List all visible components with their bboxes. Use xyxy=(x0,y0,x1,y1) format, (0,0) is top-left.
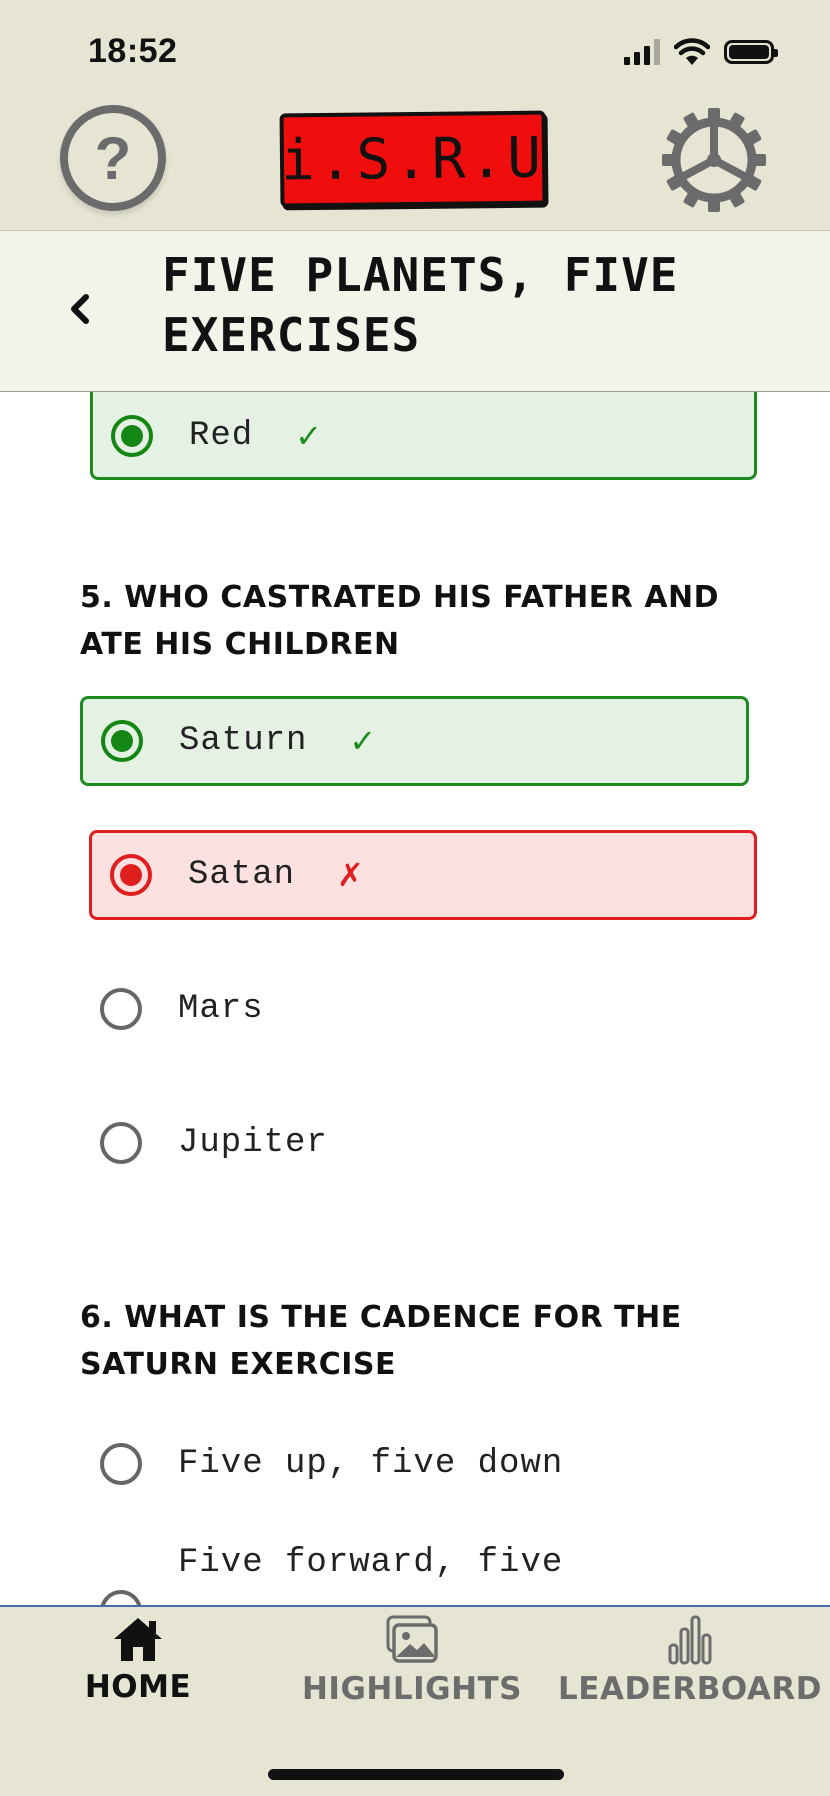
nav-leaderboard[interactable]: LEADERBOARD xyxy=(558,1615,821,1707)
image-icon xyxy=(386,1615,438,1663)
page-title: FIVE PLANETS, FIVE EXERCISES xyxy=(162,248,679,362)
quiz-content: Red ✓ 5. WHO CASTRATED HIS FATHER AND AT… xyxy=(0,392,830,1605)
home-indicator[interactable] xyxy=(268,1769,564,1780)
question-5: 5. WHO CASTRATED HIS FATHER AND ATE HIS … xyxy=(80,580,720,662)
battery-icon xyxy=(724,40,778,64)
nav-label: HIGHLIGHTS xyxy=(301,1671,523,1707)
cross-icon: ✗ xyxy=(337,856,364,894)
title-bar: FIVE PLANETS, FIVE EXERCISES xyxy=(0,230,830,392)
wifi-icon xyxy=(674,38,710,65)
app-logo: i.S.R.U xyxy=(279,110,547,208)
status-time: 18:52 xyxy=(88,32,178,70)
option-label: Red xyxy=(189,417,254,455)
radio-unselected xyxy=(100,1443,142,1485)
chevron-left-icon xyxy=(71,294,89,324)
answer-option-red[interactable]: Red ✓ xyxy=(90,392,757,480)
radio-selected xyxy=(101,720,143,762)
check-icon: ✓ xyxy=(295,417,323,455)
option-label: Five forward, five xyxy=(178,1544,564,1582)
radio-unselected xyxy=(100,1122,142,1164)
option-label: Mars xyxy=(178,990,264,1028)
bar-chart-icon xyxy=(668,1615,712,1665)
question-6: 6. WHAT IS THE CADENCE FOR THE SATURN EX… xyxy=(80,1300,682,1382)
nav-label: HOME xyxy=(84,1669,192,1705)
cellular-signal-icon xyxy=(624,39,660,65)
settings-gear-icon[interactable] xyxy=(660,106,768,214)
app-header: 18:52 ? i.S.R.U xyxy=(0,0,830,230)
help-button[interactable]: ? xyxy=(60,105,166,211)
answer-option-jupiter[interactable]: Jupiter xyxy=(100,1098,740,1188)
bottom-navigation: HOME HIGHLIGHTS LEADERBOARD xyxy=(0,1605,830,1796)
radio-selected xyxy=(110,854,152,896)
nav-highlights[interactable]: HIGHLIGHTS xyxy=(302,1615,522,1707)
option-label: Saturn xyxy=(179,722,308,760)
radio-unselected xyxy=(100,1590,142,1605)
answer-option-satan[interactable]: Satan ✗ xyxy=(89,830,757,920)
option-label: Jupiter xyxy=(178,1124,328,1162)
answer-option-saturn[interactable]: Saturn ✓ xyxy=(80,696,749,786)
option-label: Satan xyxy=(188,856,296,894)
back-button[interactable] xyxy=(60,279,100,339)
home-icon xyxy=(114,1618,162,1661)
answer-option-five-up-five-down[interactable]: Five up, five down xyxy=(100,1419,760,1509)
answer-option-mars[interactable]: Mars xyxy=(100,964,740,1054)
option-label: Five up, five down xyxy=(178,1445,564,1483)
status-icons xyxy=(624,38,778,66)
radio-unselected xyxy=(100,988,142,1030)
radio-selected xyxy=(111,415,153,457)
nav-label: LEADERBOARD xyxy=(558,1671,822,1707)
nav-home[interactable]: HOME xyxy=(84,1615,192,1705)
answer-option-five-forward[interactable]: Five forward, five xyxy=(100,1544,760,1605)
check-icon: ✓ xyxy=(349,722,377,760)
